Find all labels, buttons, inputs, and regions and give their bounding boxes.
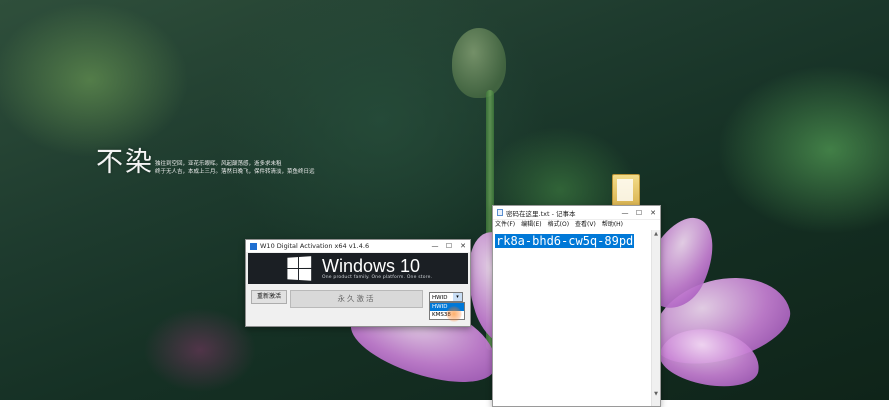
menu-edit[interactable]: 编辑(E) (521, 220, 541, 230)
scroll-down-icon[interactable]: ▼ (652, 390, 660, 398)
activation-mode-value: HWID (432, 295, 448, 301)
vertical-scrollbar[interactable]: ▲ ▼ (651, 230, 660, 406)
cursor-highlight-icon (446, 306, 462, 322)
activation-titlebar[interactable]: W10 Digital Activation x64 v1.4.6 — ☐ ✕ (246, 240, 470, 252)
notepad-window: 密码在这里.txt - 记事本 — ☐ ✕ 文件(F) 编辑(E) 格式(O) … (492, 205, 661, 407)
notepad-window-title: 密码在这里.txt - 记事本 (506, 209, 576, 218)
permanent-activate-button[interactable]: 永久激活 (290, 290, 423, 308)
notepad-icon (497, 209, 503, 216)
scroll-up-icon[interactable]: ▲ (652, 230, 660, 238)
wallpaper-calligraphy-title: 不染 (96, 147, 154, 178)
desktop-file-icon[interactable] (612, 174, 640, 208)
notepad-text-area[interactable]: rk8a-bhd6-cw5q-89pd (493, 230, 652, 406)
wallpaper-calligraphy-text: 独往到空回，亚花乐眼晖。风起颠荡感，逝多求未租 终于无人吉，本成上三月。落然日晚… (155, 161, 315, 175)
minimize-button[interactable]: — (428, 242, 442, 250)
menu-format[interactable]: 格式(O) (548, 220, 569, 230)
chevron-down-icon[interactable]: ▾ (453, 293, 462, 301)
selected-key-text[interactable]: rk8a-bhd6-cw5q-89pd (495, 234, 635, 248)
activation-window-title: W10 Digital Activation x64 v1.4.6 (260, 242, 370, 250)
menu-view[interactable]: 查看(V) (575, 220, 596, 230)
lotus-bud-decoration (452, 28, 506, 98)
reactivate-button[interactable]: 重新激活 (251, 290, 287, 304)
activation-window: W10 Digital Activation x64 v1.4.6 — ☐ ✕ … (245, 239, 471, 327)
minimize-button[interactable]: — (618, 209, 632, 217)
banner-subtitle: One product family. One platform. One st… (322, 275, 433, 280)
maximize-button[interactable]: ☐ (632, 209, 646, 217)
close-button[interactable]: ✕ (456, 242, 470, 250)
app-icon (250, 242, 257, 250)
close-button[interactable]: ✕ (646, 209, 660, 217)
menu-file[interactable]: 文件(F) (495, 220, 515, 230)
notepad-menubar: 文件(F) 编辑(E) 格式(O) 查看(V) 帮助(H) (493, 220, 660, 230)
notepad-titlebar[interactable]: 密码在这里.txt - 记事本 — ☐ ✕ (493, 206, 660, 220)
banner-title: Windows 10 (322, 256, 421, 276)
menu-help[interactable]: 帮助(H) (602, 220, 623, 230)
windows-banner: Windows 10 One product family. One platf… (248, 253, 468, 284)
activation-mode-select[interactable]: HWID ▾ (429, 292, 463, 302)
windows-logo-icon (287, 255, 312, 282)
maximize-button[interactable]: ☐ (442, 242, 456, 250)
